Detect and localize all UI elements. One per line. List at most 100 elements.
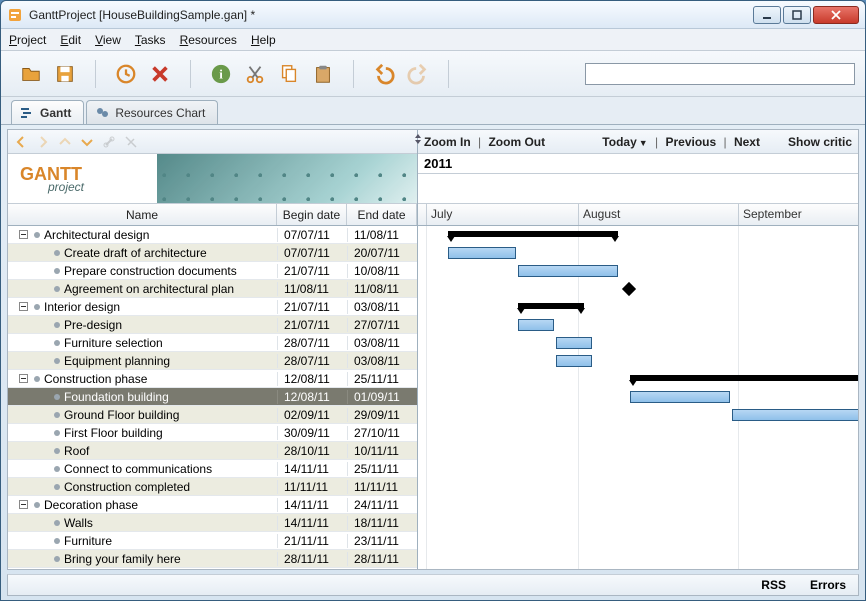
resources-icon: [95, 106, 109, 120]
task-bar[interactable]: [630, 391, 730, 403]
collapse-icon[interactable]: [19, 230, 28, 239]
collapse-icon[interactable]: [19, 500, 28, 509]
table-row[interactable]: First Floor building30/09/1127/10/11: [8, 424, 417, 442]
menu-edit[interactable]: Edit: [60, 33, 81, 47]
unlink-icon[interactable]: [122, 133, 140, 151]
tab-resources[interactable]: Resources Chart: [86, 100, 218, 124]
link-icon[interactable]: [100, 133, 118, 151]
gantt-icon: [20, 106, 34, 120]
task-name: Roof: [64, 444, 277, 458]
task-bar[interactable]: [518, 265, 618, 277]
task-list[interactable]: Architectural design07/07/1111/08/11Crea…: [8, 226, 417, 569]
properties-button[interactable]: i: [207, 60, 235, 88]
task-bar[interactable]: [556, 337, 592, 349]
table-row[interactable]: Prepare construction documents21/07/1110…: [8, 262, 417, 280]
task-bar[interactable]: [518, 319, 554, 331]
new-task-button[interactable]: [112, 60, 140, 88]
delete-task-button[interactable]: [146, 60, 174, 88]
table-row[interactable]: Furniture selection28/07/1103/08/11: [8, 334, 417, 352]
tab-gantt[interactable]: Gantt: [11, 100, 84, 124]
today-button[interactable]: Today▼: [602, 135, 647, 149]
zoom-in-button[interactable]: Zoom In: [424, 135, 471, 149]
titlebar[interactable]: GanttProject [HouseBuildingSample.gan] *: [1, 1, 865, 29]
task-bar[interactable]: [556, 355, 592, 367]
task-begin: 28/11/11: [277, 552, 347, 566]
nav-forward-icon[interactable]: [34, 133, 52, 151]
table-row[interactable]: Bring your family here28/11/1128/11/11: [8, 550, 417, 568]
table-row[interactable]: Pre-design21/07/1127/07/11: [8, 316, 417, 334]
chart-row: [418, 298, 858, 316]
tab-resources-label: Resources Chart: [115, 106, 205, 120]
task-name: Foundation building: [64, 390, 277, 404]
table-row[interactable]: Ground Floor building02/09/1129/09/11: [8, 406, 417, 424]
search-input[interactable]: [585, 63, 855, 85]
col-begin[interactable]: Begin date: [277, 204, 347, 225]
task-bar[interactable]: [732, 409, 858, 421]
task-name: Walls: [64, 516, 277, 530]
table-row[interactable]: Architectural design07/07/1111/08/11: [8, 226, 417, 244]
collapse-icon[interactable]: [19, 302, 28, 311]
task-name: Interior design: [44, 300, 277, 314]
summary-bar[interactable]: [448, 231, 618, 237]
milestone-diamond[interactable]: [622, 282, 636, 296]
table-row[interactable]: Interior design21/07/1103/08/11: [8, 298, 417, 316]
maximize-button[interactable]: [783, 6, 811, 24]
logo-banner: GANTT project: [8, 154, 417, 204]
copy-button[interactable]: [275, 60, 303, 88]
col-end[interactable]: End date: [347, 204, 417, 225]
close-button[interactable]: [813, 6, 859, 24]
menu-resources[interactable]: Resources: [180, 33, 237, 47]
table-row[interactable]: Equipment planning28/07/1103/08/11: [8, 352, 417, 370]
table-row[interactable]: Roof28/10/1110/11/11: [8, 442, 417, 460]
task-pane: GANTT project Name Begin date End date A…: [8, 130, 418, 569]
minimize-button[interactable]: [753, 6, 781, 24]
table-row[interactable]: Decoration phase14/11/1124/11/11: [8, 496, 417, 514]
task-name: Equipment planning: [64, 354, 277, 368]
table-row[interactable]: Furniture21/11/1123/11/11: [8, 532, 417, 550]
save-button[interactable]: [51, 60, 79, 88]
next-button[interactable]: Next: [734, 135, 760, 149]
cut-button[interactable]: [241, 60, 269, 88]
table-row[interactable]: Construction completed11/11/1111/11/11: [8, 478, 417, 496]
zoom-out-button[interactable]: Zoom Out: [488, 135, 545, 149]
previous-button[interactable]: Previous: [665, 135, 716, 149]
nav-back-icon[interactable]: [12, 133, 30, 151]
menu-help[interactable]: Help: [251, 33, 276, 47]
task-end: 10/11/11: [347, 444, 417, 458]
nav-up-icon[interactable]: [56, 133, 74, 151]
chart-row: [418, 460, 858, 478]
month-label: July: [426, 204, 452, 225]
month-label: August: [578, 204, 620, 225]
table-row[interactable]: Foundation building12/08/1101/09/11: [8, 388, 417, 406]
paste-button[interactable]: [309, 60, 337, 88]
open-button[interactable]: [17, 60, 45, 88]
table-row[interactable]: Connect to communications14/11/1125/11/1…: [8, 460, 417, 478]
task-name: Decoration phase: [44, 498, 277, 512]
toolbar: i: [1, 51, 865, 97]
task-bar[interactable]: [448, 247, 516, 259]
menu-tasks[interactable]: Tasks: [135, 33, 166, 47]
nav-down-icon[interactable]: [78, 133, 96, 151]
status-rss[interactable]: RSS: [761, 578, 786, 592]
task-end: 25/11/11: [347, 462, 417, 476]
task-end: 03/08/11: [347, 300, 417, 314]
redo-button[interactable]: [404, 60, 432, 88]
timeline-months: JulyAugustSeptember: [418, 204, 858, 226]
status-errors[interactable]: Errors: [810, 578, 846, 592]
menu-project[interactable]: Project: [9, 33, 46, 47]
task-bullet-icon: [54, 250, 60, 256]
col-name[interactable]: Name: [8, 204, 277, 225]
menu-view[interactable]: View: [95, 33, 121, 47]
table-row[interactable]: Construction phase12/08/1125/11/11: [8, 370, 417, 388]
gantt-chart[interactable]: [418, 226, 858, 569]
summary-bar[interactable]: [630, 375, 858, 381]
task-bullet-icon: [54, 484, 60, 490]
task-name: Agreement on architectural plan: [64, 282, 277, 296]
table-row[interactable]: Walls14/11/1118/11/11: [8, 514, 417, 532]
summary-bar[interactable]: [518, 303, 584, 309]
table-row[interactable]: Create draft of architecture07/07/1120/0…: [8, 244, 417, 262]
critical-button[interactable]: Show critic: [788, 135, 852, 149]
undo-button[interactable]: [370, 60, 398, 88]
collapse-icon[interactable]: [19, 374, 28, 383]
table-row[interactable]: Agreement on architectural plan11/08/111…: [8, 280, 417, 298]
